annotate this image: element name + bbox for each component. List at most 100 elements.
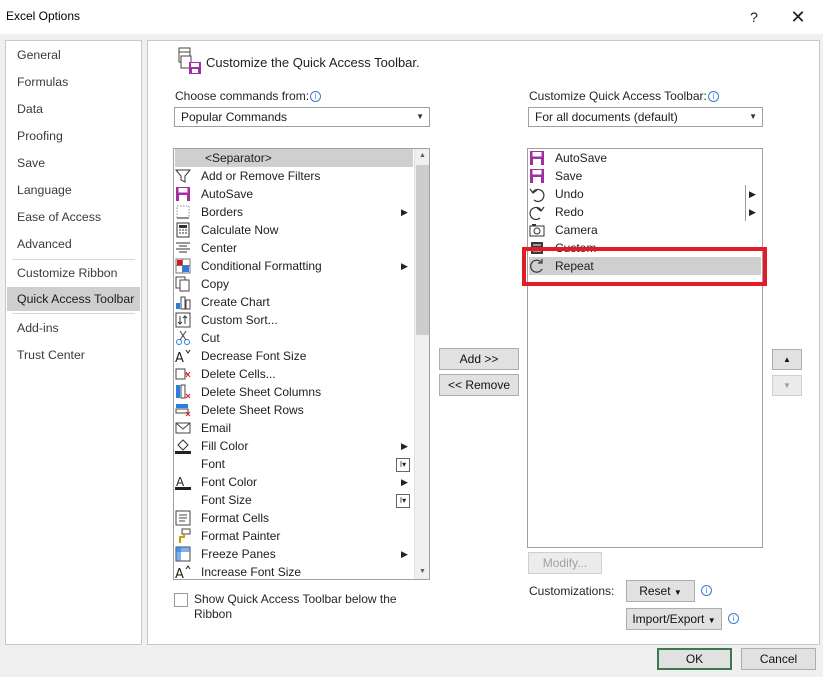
nav-ease-of-access[interactable]: Ease of Access xyxy=(7,205,140,229)
submenu-arrow-icon: ▶ xyxy=(401,477,408,487)
scroll-down-icon[interactable]: ▼ xyxy=(415,565,429,579)
list-item[interactable]: Font Size I▾ xyxy=(175,491,413,509)
nav-divider xyxy=(12,313,135,314)
list-item[interactable]: A Decrease Font Size xyxy=(175,347,413,365)
scissors-icon xyxy=(176,330,190,345)
list-item[interactable]: Format Cells xyxy=(175,509,413,527)
info-icon[interactable]: i xyxy=(707,91,719,102)
list-item[interactable]: Delete Cells... xyxy=(175,365,413,383)
list-item[interactable]: Delete Sheet Rows xyxy=(175,401,413,419)
scroll-thumb[interactable] xyxy=(416,165,429,335)
fill-color-icon xyxy=(175,439,191,454)
remove-button[interactable]: << Remove xyxy=(439,374,519,396)
list-item[interactable]: Conditional Formatting ▶ xyxy=(175,257,413,275)
commands-scrollbar[interactable]: ▲ ▼ xyxy=(414,149,429,579)
svg-text:A: A xyxy=(175,351,184,364)
submenu-arrow-icon: ▶ xyxy=(401,441,408,451)
chevron-down-icon: ▼ xyxy=(416,112,424,121)
svg-text:A: A xyxy=(175,567,184,580)
list-item[interactable]: Email xyxy=(175,419,413,437)
list-item[interactable]: Fill Color ▶ xyxy=(175,437,413,455)
list-item-label: Create Chart xyxy=(201,295,270,309)
reset-button[interactable]: Reset ▼ xyxy=(626,580,695,602)
list-item-label: Custom Sort... xyxy=(201,313,278,327)
chevron-down-icon: ▼ xyxy=(749,112,757,121)
nav-save[interactable]: Save xyxy=(7,151,140,175)
triangle-up-icon: ▲ xyxy=(783,355,791,364)
list-item[interactable]: A Increase Font Size xyxy=(175,563,413,580)
list-item-label: AutoSave xyxy=(555,151,608,165)
list-item[interactable]: Calculate Now xyxy=(175,221,413,239)
email-icon xyxy=(175,422,191,434)
delete-rows-icon xyxy=(175,404,191,417)
list-item[interactable]: AutoSave xyxy=(529,149,761,167)
list-item[interactable]: Undo ▶ xyxy=(529,185,761,203)
scroll-up-icon[interactable]: ▲ xyxy=(415,149,429,163)
list-item[interactable]: Redo ▶ xyxy=(529,203,761,221)
list-item[interactable]: Freeze Panes ▶ xyxy=(175,545,413,563)
submenu-arrow-icon: ▶ xyxy=(401,549,408,559)
customizations-label: Customizations: xyxy=(529,584,615,598)
list-item-label: Undo xyxy=(555,187,584,201)
add-button[interactable]: Add >> xyxy=(439,348,519,370)
modify-button[interactable]: Modify... xyxy=(528,552,602,574)
list-item[interactable]: Camera xyxy=(529,221,761,239)
list-item[interactable]: AutoSave xyxy=(175,185,413,203)
list-item-label: Cut xyxy=(201,331,220,345)
list-item-label: Increase Font Size xyxy=(201,565,302,579)
toolbar-commands-list[interactable]: AutoSave Save Undo ▶ Redo ▶ Camera Custom Repeat xyxy=(527,148,763,548)
title-bar xyxy=(0,0,823,34)
triangle-down-icon: ▼ xyxy=(783,381,791,390)
choose-commands-dropdown[interactable]: Popular Commands ▼ xyxy=(174,107,430,127)
list-item[interactable]: Format Painter xyxy=(175,527,413,545)
nav-quick-access-toolbar[interactable]: Quick Access Toolbar xyxy=(7,287,140,311)
chevron-down-icon: ▼ xyxy=(707,616,716,625)
svg-text:A: A xyxy=(176,475,185,489)
list-item-label: Calculate Now xyxy=(201,223,279,237)
list-item-label: Add or Remove Filters xyxy=(201,169,321,183)
options-nav: General Formulas Data Proofing Save Lang… xyxy=(5,40,142,645)
nav-trust-center[interactable]: Trust Center xyxy=(7,343,140,367)
list-item[interactable]: A Font Color ▶ xyxy=(175,473,413,491)
list-item-label: Save xyxy=(555,169,583,183)
nav-data[interactable]: Data xyxy=(7,97,140,121)
close-button[interactable]: ✕ xyxy=(786,6,810,28)
list-item[interactable]: Center xyxy=(175,239,413,257)
nav-add-ins[interactable]: Add-ins xyxy=(7,316,140,340)
help-button[interactable]: ? xyxy=(742,6,766,28)
info-icon[interactable]: i xyxy=(701,585,712,596)
submenu-arrow-icon: ▶ xyxy=(745,203,756,221)
list-item[interactable]: Delete Sheet Columns xyxy=(175,383,413,401)
list-item[interactable]: Custom Sort... xyxy=(175,311,413,329)
list-item[interactable]: Font I▾ xyxy=(175,455,413,473)
undo-icon xyxy=(529,188,545,202)
nav-proofing[interactable]: Proofing xyxy=(7,124,140,148)
list-item-label: Format Cells xyxy=(201,511,270,525)
list-item[interactable]: Copy xyxy=(175,275,413,293)
decrease-font-icon: A xyxy=(175,349,191,364)
nav-general[interactable]: General xyxy=(7,43,140,67)
info-icon[interactable]: i xyxy=(310,91,322,102)
commands-list[interactable]: <Separator> Add or Remove Filters AutoSave… xyxy=(173,148,430,580)
cancel-button[interactable]: Cancel xyxy=(741,648,816,670)
list-item[interactable]: Borders ▶ xyxy=(175,203,413,221)
list-item[interactable]: <Separator> xyxy=(175,149,413,167)
list-item[interactable]: Save xyxy=(529,167,761,185)
nav-advanced[interactable]: Advanced xyxy=(7,232,140,256)
move-down-button[interactable]: ▼ xyxy=(772,375,802,396)
nav-language[interactable]: Language xyxy=(7,178,140,202)
nav-formulas[interactable]: Formulas xyxy=(7,70,140,94)
move-up-button[interactable]: ▲ xyxy=(772,349,802,370)
info-icon[interactable]: i xyxy=(728,613,739,624)
show-below-ribbon-checkbox[interactable] xyxy=(174,593,188,607)
list-item[interactable]: Cut xyxy=(175,329,413,347)
list-item-label: Freeze Panes xyxy=(201,547,276,561)
toolbar-scope-dropdown[interactable]: For all documents (default) ▼ xyxy=(528,107,763,127)
list-item[interactable]: Create Chart xyxy=(175,293,413,311)
list-item[interactable]: Add or Remove Filters xyxy=(175,167,413,185)
nav-customize-ribbon[interactable]: Customize Ribbon xyxy=(7,261,140,285)
increase-font-icon: A xyxy=(175,565,191,580)
ok-button[interactable]: OK xyxy=(657,648,732,670)
import-export-button[interactable]: Import/Export ▼ xyxy=(626,608,722,630)
list-item-label: <Separator> xyxy=(205,151,272,165)
